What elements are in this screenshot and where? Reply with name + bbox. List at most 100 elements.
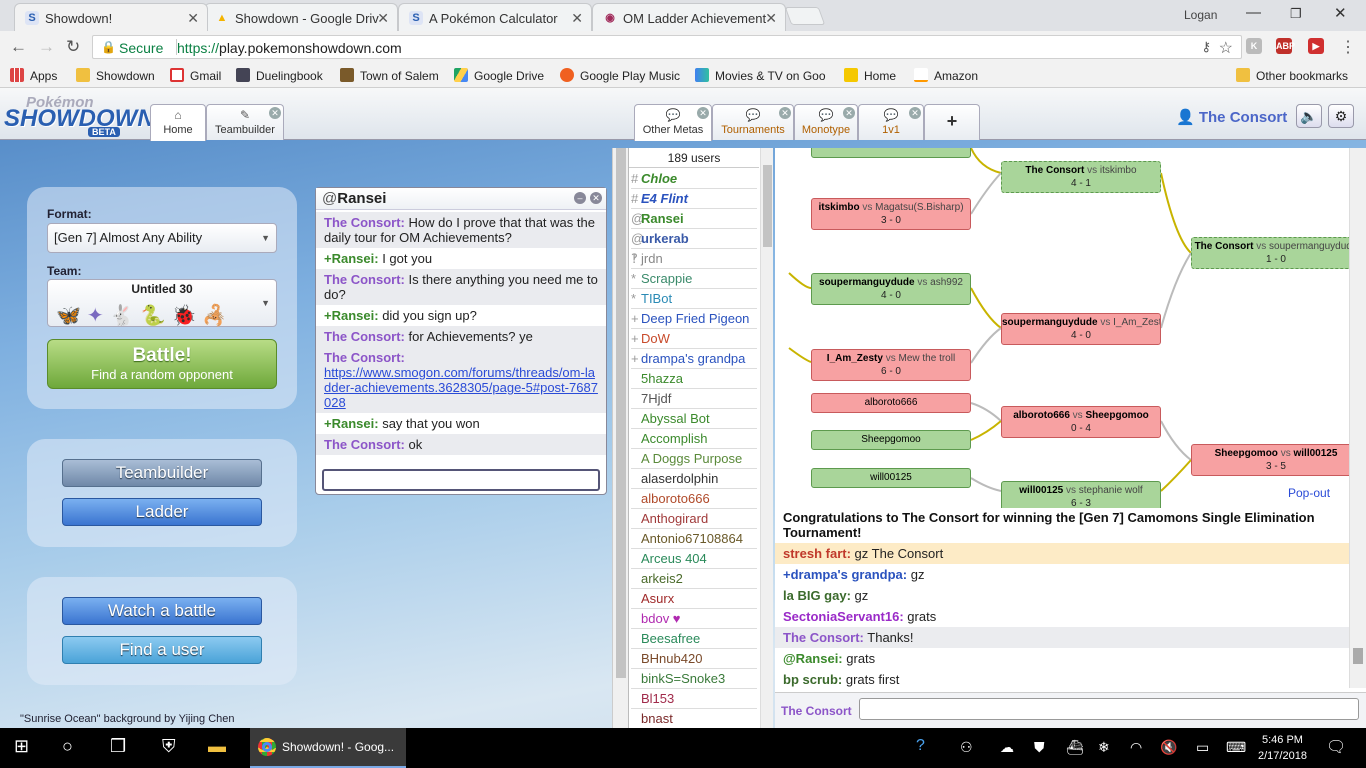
snowflake-icon[interactable]: ❄: [1098, 739, 1110, 756]
pm-message-user[interactable]: +Ransei:: [324, 308, 379, 323]
help-icon[interactable]: ?: [916, 737, 925, 755]
ladder-button[interactable]: Ladder: [62, 498, 262, 526]
adblock-icon[interactable]: ABP: [1276, 38, 1295, 54]
bracket-match[interactable]: [811, 148, 971, 158]
bracket-match[interactable]: itskimbo vs Magatsu(S.Bisharp) 3 - 0: [811, 198, 971, 230]
user-list-item[interactable]: A Doggs Purpose: [631, 449, 757, 469]
bracket-match[interactable]: Sheepgomoo: [811, 430, 971, 450]
user-list-item[interactable]: BHnub420: [631, 649, 757, 669]
username-button[interactable]: 👤 The Consort: [1176, 108, 1287, 126]
chat-message-user[interactable]: The Consort:: [783, 630, 864, 645]
user-list-item[interactable]: Accomplish: [631, 429, 757, 449]
tab-monotype[interactable]: 💬 Monotype ✕: [794, 104, 858, 140]
pm-message-user[interactable]: The Consort:: [324, 329, 405, 344]
bookmark-showdown[interactable]: Showdown: [76, 68, 155, 83]
home-scrollbar[interactable]: [612, 148, 628, 728]
user-list-item[interactable]: Abyssal Bot: [631, 409, 757, 429]
user-list-item[interactable]: Antonio67108864: [631, 529, 757, 549]
tab-teambuilder[interactable]: ✎ Teambuilder ✕: [206, 104, 284, 140]
user-list-item[interactable]: Bl153: [631, 689, 757, 709]
find-user-button[interactable]: Find a user: [62, 636, 262, 664]
close-icon[interactable]: ✕: [779, 107, 791, 119]
team-select[interactable]: Untitled 30 🦋✦🐇🐍🐞🦂 ▼: [47, 279, 277, 327]
file-explorer-icon[interactable]: ▬: [208, 736, 226, 757]
bracket-match[interactable]: Sheepgomoo vs will00125 3 - 5: [1191, 444, 1349, 476]
user-list-item[interactable]: * Scrappie: [631, 269, 757, 289]
search-icon[interactable]: ○: [62, 736, 73, 757]
user-list-item[interactable]: # E4 Flint: [631, 189, 757, 209]
battery-icon[interactable]: ▭: [1196, 739, 1209, 756]
other-bookmarks[interactable]: Other bookmarks: [1236, 68, 1348, 83]
bookmark-home[interactable]: Home: [844, 68, 896, 83]
user-list-item[interactable]: + Deep Fried Pigeon: [631, 309, 757, 329]
chat-message-user[interactable]: la BIG gay:: [783, 588, 851, 603]
chat-username[interactable]: The Consort: [781, 704, 852, 718]
shield-icon[interactable]: ⛊: [1034, 739, 1045, 756]
chat-message-user[interactable]: +drampa's grandpa:: [783, 567, 907, 582]
scrollbar-thumb[interactable]: [1353, 648, 1363, 664]
user-list-item[interactable]: ‽ jrdn: [631, 249, 757, 269]
user-list-item[interactable]: + DoW: [631, 329, 757, 349]
people-icon[interactable]: ⚇: [960, 739, 973, 756]
tab-other-metas[interactable]: 💬 Other Metas ✕: [634, 104, 712, 141]
network-share-icon[interactable]: ⛴: [1066, 739, 1084, 756]
minimize-icon[interactable]: –: [574, 192, 586, 204]
pm-message-input[interactable]: [322, 469, 600, 491]
extension-icon[interactable]: K: [1246, 38, 1262, 54]
browser-tab-google-drive[interactable]: ▲ Showdown - Google Driv ✕: [204, 3, 398, 31]
new-tab-button[interactable]: [784, 7, 826, 25]
taskbar-chrome-app[interactable]: Showdown! - Goog...: [250, 728, 406, 768]
chat-message-user[interactable]: stresh fart:: [783, 546, 851, 561]
bookmark-apps[interactable]: Apps: [10, 68, 57, 83]
forward-icon[interactable]: →: [38, 37, 55, 57]
room-scrollbar[interactable]: [1349, 148, 1366, 688]
user-list-item[interactable]: * TIBot: [631, 289, 757, 309]
keyboard-icon[interactable]: ⌨: [1226, 739, 1246, 756]
pm-message-user[interactable]: The Consort:: [324, 215, 405, 230]
cloud-icon[interactable]: ☁: [1000, 739, 1014, 756]
chat-message-user[interactable]: SectoniaServant16:: [783, 609, 904, 624]
bookmark-star-icon[interactable]: ☆: [1219, 38, 1233, 58]
chrome-menu-icon[interactable]: ⋮: [1340, 37, 1356, 57]
browser-tab-om-ladder[interactable]: ◉ OM Ladder Achievement ✕: [592, 3, 786, 31]
tab-tournaments[interactable]: 💬 Tournaments ✕: [712, 104, 794, 140]
user-list-item[interactable]: @urkerab: [631, 229, 757, 249]
user-list-scrollbar[interactable]: [760, 148, 773, 728]
bracket-match[interactable]: soupermanguydude vs I_Am_Zesty4 - 0: [1001, 313, 1161, 345]
pm-message-user[interactable]: The Consort:: [324, 437, 405, 452]
pm-message-user[interactable]: +Ransei:: [324, 251, 379, 266]
user-list-item[interactable]: Beesafree: [631, 629, 757, 649]
user-list-item[interactable]: Anthogirard: [631, 509, 757, 529]
notifications-icon[interactable]: 🗨: [1326, 737, 1346, 757]
window-close-icon[interactable]: ✕: [1334, 4, 1347, 22]
user-list-item[interactable]: Asurx: [631, 589, 757, 609]
chat-message-user[interactable]: bp scrub:: [783, 672, 842, 687]
reload-icon[interactable]: ↻: [66, 37, 80, 57]
url-text[interactable]: https://play.pokemonshowdown.com: [177, 40, 402, 56]
wifi-icon[interactable]: ◠: [1130, 739, 1142, 756]
user-list-item[interactable]: @Ransei: [631, 209, 757, 229]
close-icon[interactable]: ✕: [909, 107, 921, 119]
bracket-match[interactable]: will00125: [811, 468, 971, 488]
bookmark-town-of-salem[interactable]: Town of Salem: [340, 68, 439, 83]
bookmark-google-play-music[interactable]: Google Play Music: [560, 68, 680, 83]
bookmark-gmail[interactable]: Gmail: [170, 68, 221, 83]
teambuilder-button[interactable]: Teambuilder: [62, 459, 262, 487]
user-list-item[interactable]: alaserdolphin: [631, 469, 757, 489]
user-list-item[interactable]: binkS=Snoke3: [631, 669, 757, 689]
game-app-icon[interactable]: ⛨: [162, 736, 176, 757]
close-icon[interactable]: ✕: [187, 10, 199, 27]
address-bar[interactable]: 🔒 Secure https://play.pokemonshowdown.co…: [92, 35, 1242, 59]
scrollbar-thumb[interactable]: [763, 165, 772, 247]
close-icon[interactable]: ✕: [377, 10, 389, 27]
volume-muted-icon[interactable]: 🔇: [1160, 739, 1177, 756]
close-icon[interactable]: ✕: [765, 10, 777, 27]
tab-home[interactable]: ⌂ Home: [150, 104, 206, 141]
bookmark-google-drive[interactable]: Google Drive: [454, 68, 544, 83]
tab-1v1[interactable]: 💬 1v1 ✕: [858, 104, 924, 140]
scrollbar-thumb[interactable]: [616, 148, 626, 678]
user-list-item[interactable]: + drampa's grandpa: [631, 349, 757, 369]
chat-message-user[interactable]: @Ransei:: [783, 651, 843, 666]
close-icon[interactable]: ✕: [571, 10, 583, 27]
bracket-match[interactable]: The Consort vs soupermanguydude 1 - 0: [1191, 237, 1349, 269]
